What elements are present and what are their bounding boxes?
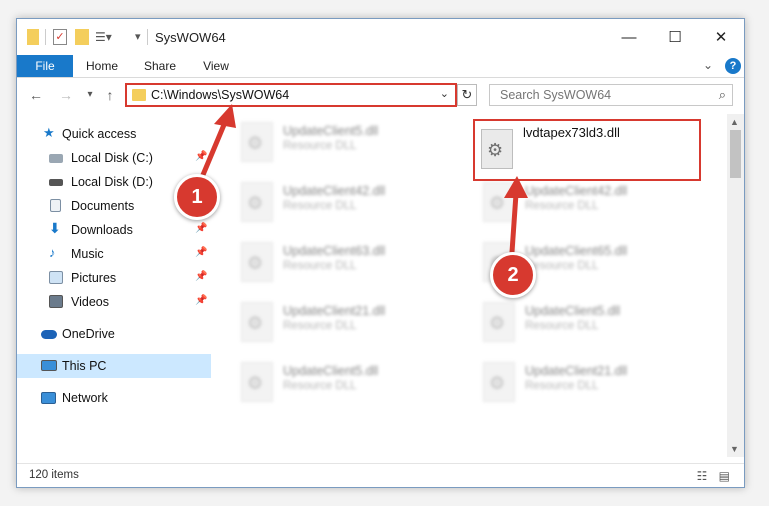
annotation-arrows [197,104,528,255]
arrow-1-head [214,104,236,128]
step-2-marker: 2 [490,252,536,298]
arrow-2-line [509,191,519,255]
step-1-marker: 1 [174,174,220,220]
arrow-2-head [504,176,528,198]
arrow-1-line [197,117,229,185]
